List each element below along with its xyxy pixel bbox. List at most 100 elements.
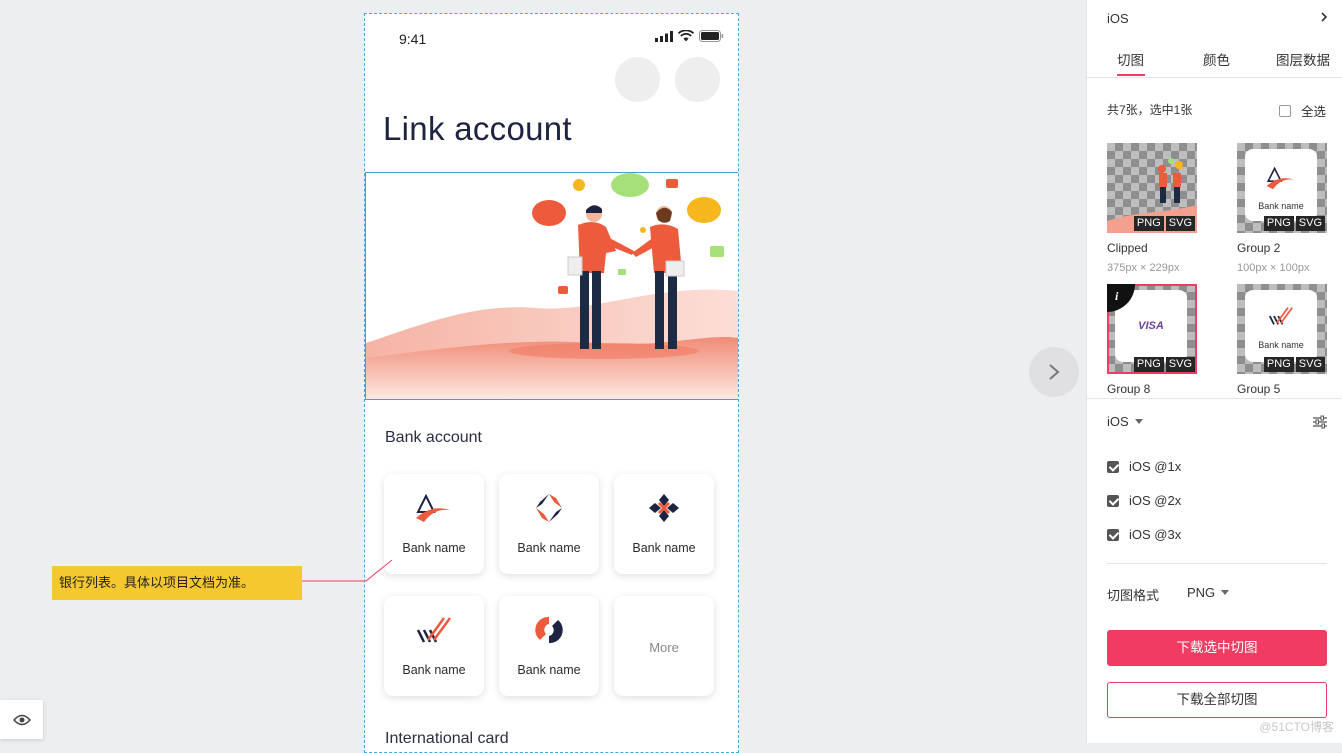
scale-3x-checkbox[interactable] (1107, 528, 1119, 541)
bank-section-title: Bank account (385, 429, 482, 446)
asset-name: Clipped (1107, 241, 1148, 255)
artboard-link-account: 9:41 Link account Bank account Bank name… (364, 13, 739, 753)
select-all-checkbox[interactable] (1279, 104, 1291, 117)
divider (1107, 563, 1327, 564)
settings-sliders-icon[interactable] (1313, 415, 1327, 429)
download-selected-button[interactable]: 下载选中切图 (1107, 630, 1327, 666)
page-title: Link account (383, 110, 572, 147)
bank-name: Bank name (517, 663, 581, 677)
asset-name: Group 5 (1237, 382, 1281, 396)
asset-size: 100px × 100px (1237, 262, 1310, 274)
bank-name: Bank name (402, 541, 466, 555)
svg-tag[interactable]: SVG (1165, 357, 1195, 372)
tab-slices[interactable]: 切图 (1117, 49, 1144, 69)
caret-down-icon (1221, 590, 1230, 595)
bank-card[interactable]: Bank name (384, 596, 484, 696)
status-icons (655, 30, 724, 42)
more-banks-button[interactable]: More (614, 596, 714, 696)
asset-preview: Bank name (1245, 149, 1317, 221)
tab-colors[interactable]: 颜色 (1203, 49, 1230, 69)
header-circle-button-2[interactable] (675, 57, 720, 102)
platform-selector[interactable]: iOS (1107, 11, 1328, 26)
scale-option-1x[interactable]: iOS @1x (1107, 459, 1181, 474)
info-icon[interactable]: i (1107, 284, 1135, 312)
asset-size: 375px × 229px (1107, 262, 1180, 274)
preview-text: VISA (1138, 320, 1164, 332)
bank-card[interactable]: Bank name (384, 474, 484, 574)
intl-section-title: International card (385, 730, 509, 747)
format-tags: PNG SVG (1263, 357, 1325, 372)
bank-logo-icon (1266, 166, 1294, 190)
active-tab-indicator (1117, 74, 1145, 76)
export-platform-dropdown[interactable]: iOS (1107, 414, 1143, 429)
bank-logo-icon (1269, 307, 1293, 325)
format-dropdown[interactable]: PNG (1187, 585, 1230, 600)
png-tag[interactable]: PNG (1263, 216, 1294, 231)
png-tag[interactable]: PNG (1133, 216, 1164, 231)
bank-card[interactable]: Bank name (499, 474, 599, 574)
chevron-right-icon (1321, 12, 1328, 22)
download-all-button[interactable]: 下载全部切图 (1107, 682, 1327, 718)
png-tag[interactable]: PNG (1263, 357, 1294, 372)
bank-logo-icon (384, 492, 484, 526)
toggle-visibility-button[interactable] (0, 700, 43, 739)
scale-2x-checkbox[interactable] (1107, 494, 1119, 507)
scale-option-2x[interactable]: iOS @2x (1107, 493, 1181, 508)
scale-1x-checkbox[interactable] (1107, 460, 1119, 473)
bank-logo-icon (499, 614, 599, 648)
select-all-toggle[interactable]: 全选 (1279, 101, 1326, 120)
next-page-button[interactable] (1029, 347, 1079, 397)
svg-tag[interactable]: SVG (1295, 357, 1325, 372)
bank-logo-icon (499, 492, 599, 526)
svg-tag[interactable]: SVG (1165, 216, 1195, 231)
scale-3x-label: iOS @3x (1129, 527, 1182, 542)
format-tags: PNG SVG (1133, 216, 1195, 231)
format-label: 切图格式 (1107, 588, 1160, 603)
annotation-connector (302, 560, 393, 582)
format-tags: PNG SVG (1263, 216, 1325, 231)
tab-layer-data[interactable]: 图层数据 (1276, 49, 1330, 69)
asset-thumbnail-selected[interactable]: VISA i PNG SVG (1107, 284, 1197, 374)
bank-name: Bank name (402, 663, 466, 677)
status-time: 9:41 (399, 31, 427, 47)
slice-count: 共7张，选中1张 (1107, 103, 1193, 117)
more-label: More (649, 640, 679, 655)
scale-option-3x[interactable]: iOS @3x (1107, 527, 1181, 542)
caret-down-icon (1134, 419, 1143, 424)
inspector-panel: iOS 切图 颜色 图层数据 共7张，选中1张 全选 PNG SVG Clipp… (1086, 0, 1342, 743)
handshake-illustration (366, 173, 738, 399)
format-value: PNG (1187, 585, 1216, 600)
asset-preview: Bank name (1245, 290, 1317, 362)
wifi-icon (678, 30, 694, 42)
chevron-right-icon (1049, 364, 1060, 380)
eye-icon (12, 714, 31, 725)
annotation-note: 银行列表。具体以项目文档为准。 (52, 566, 302, 600)
bank-card[interactable]: Bank name (614, 474, 714, 574)
signal-icon (655, 30, 673, 42)
header-circle-button-1[interactable] (615, 57, 660, 102)
scale-2x-label: iOS @2x (1129, 493, 1182, 508)
bank-logo-icon (614, 492, 714, 526)
platform-label: iOS (1107, 11, 1129, 26)
watermark: @51CTO博客 (1259, 720, 1334, 734)
asset-thumbnail[interactable]: PNG SVG (1107, 143, 1197, 233)
asset-name: Group 2 (1237, 241, 1281, 255)
asset-thumbnail[interactable]: Bank name PNG SVG (1237, 284, 1327, 374)
asset-thumbnail[interactable]: Bank name PNG SVG (1237, 143, 1327, 233)
preview-text: Bank name (1258, 201, 1304, 211)
format-tags: PNG SVG (1133, 357, 1195, 372)
export-platform-label: iOS (1107, 414, 1129, 429)
panel-tabs: 切图 颜色 图层数据 (1087, 40, 1342, 78)
scale-1x-label: iOS @1x (1129, 459, 1182, 474)
bank-name: Bank name (517, 541, 581, 555)
svg-tag[interactable]: SVG (1295, 216, 1325, 231)
bank-card[interactable]: Bank name (499, 596, 599, 696)
section-divider (1087, 398, 1342, 399)
hero-illustration (365, 172, 738, 400)
battery-icon (699, 30, 724, 42)
bank-logo-icon (384, 614, 484, 648)
png-tag[interactable]: PNG (1133, 357, 1164, 372)
select-all-label: 全选 (1301, 105, 1327, 119)
preview-text: Bank name (1258, 340, 1304, 350)
asset-name: Group 8 (1107, 382, 1151, 396)
